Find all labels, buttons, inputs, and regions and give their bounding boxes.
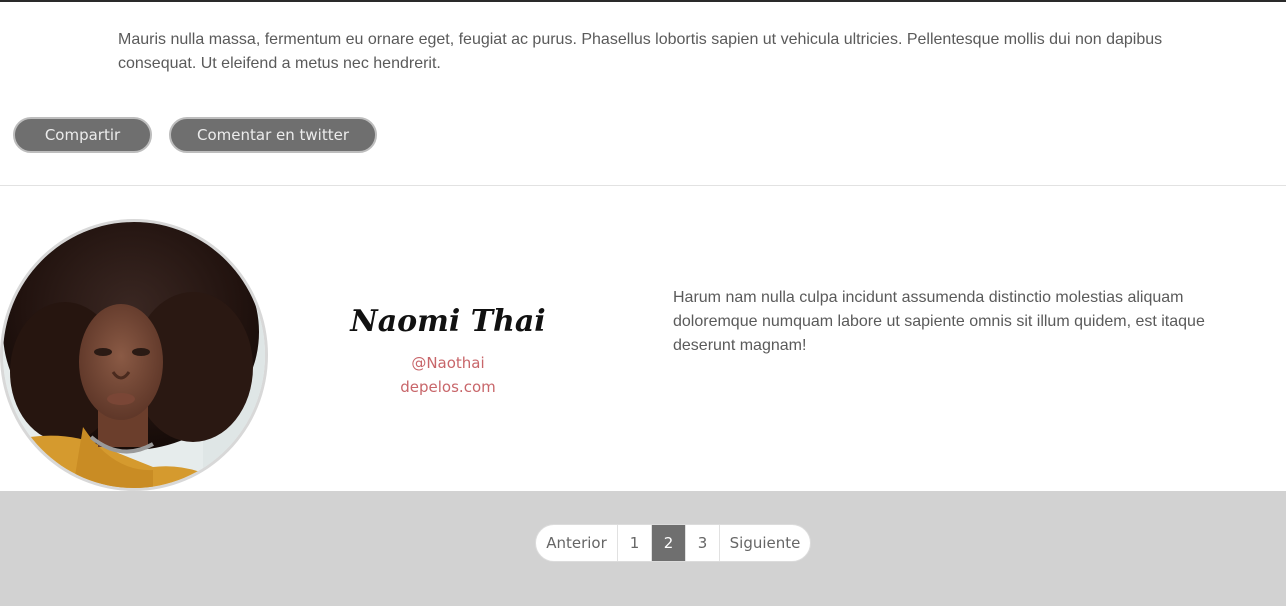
share-button[interactable]: Compartir bbox=[13, 117, 152, 153]
author-name: Naomi Thai bbox=[350, 304, 546, 339]
article-paragraph: Mauris nulla massa, fermentum eu ornare … bbox=[118, 31, 1163, 72]
header-image-edge bbox=[0, 0, 1286, 2]
author-website-link[interactable]: depelos.com bbox=[330, 378, 566, 396]
author-photo bbox=[3, 222, 265, 488]
pagination-page-1[interactable]: 1 bbox=[618, 525, 652, 561]
author-twitter-handle-link[interactable]: @Naothai bbox=[330, 354, 566, 372]
author-bio: Harum nam nulla culpa incidunt assumenda… bbox=[673, 289, 1205, 354]
pagination-page-2-current[interactable]: 2 bbox=[652, 525, 686, 561]
author-avatar bbox=[0, 219, 268, 491]
section-divider bbox=[0, 185, 1286, 186]
pagination: Anterior 1 2 3 Siguiente bbox=[535, 524, 811, 562]
comment-on-twitter-button[interactable]: Comentar en twitter bbox=[169, 117, 377, 153]
pagination-prev-button[interactable]: Anterior bbox=[536, 525, 618, 561]
pagination-next-button[interactable]: Siguiente bbox=[720, 525, 810, 561]
pagination-page-3[interactable]: 3 bbox=[686, 525, 720, 561]
